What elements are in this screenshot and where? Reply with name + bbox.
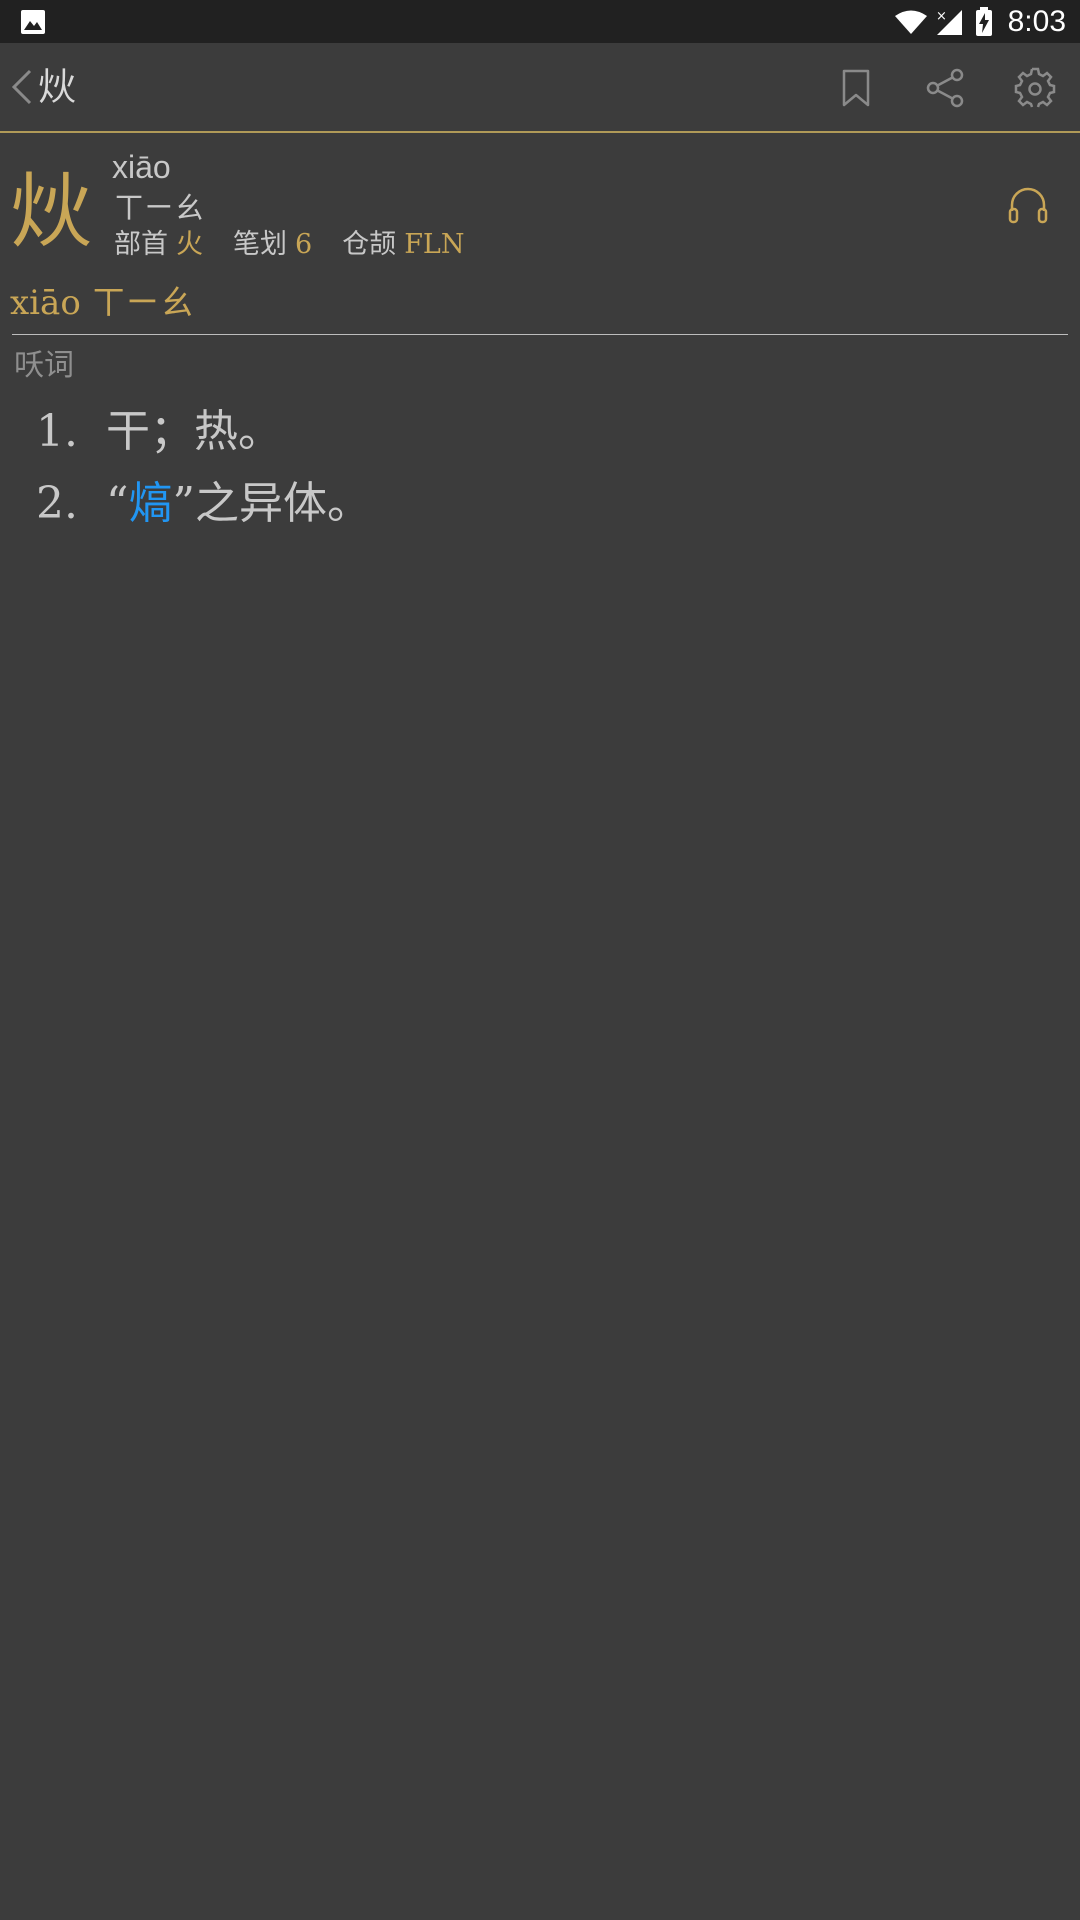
gear-icon[interactable] — [1014, 67, 1056, 109]
reading-line: xiāo ㄒㄧㄠ — [10, 283, 194, 323]
radical-value[interactable]: 火 — [176, 229, 203, 260]
status-icons: × 8:03 — [894, 0, 1080, 43]
pinyin: xiāo — [112, 149, 171, 185]
divider — [12, 334, 1068, 335]
radical-label: 部首 — [114, 229, 168, 260]
share-icon[interactable] — [924, 67, 966, 109]
definition-list: 1. 干；热。 2. “熇”之异体。 — [36, 396, 1036, 540]
svg-text:×: × — [936, 9, 947, 24]
battery-charging-icon — [975, 6, 992, 36]
cangjie-value: FLN — [404, 229, 465, 260]
character-meta: 部首火笔划 6 仓颉 FLN — [114, 225, 494, 265]
definition-item: 1. 干；热。 — [36, 396, 1036, 468]
bookmark-icon[interactable] — [835, 67, 877, 109]
part-of-speech-label: 㕭词 — [14, 348, 74, 383]
definition-text-prefix: “ — [106, 478, 129, 529]
image-notification-icon — [21, 10, 45, 34]
definition-number: 2. — [36, 478, 78, 529]
definition-number: 1. — [36, 406, 78, 457]
status-time: 8:03 — [1007, 4, 1066, 38]
headphones-icon[interactable] — [1006, 183, 1050, 227]
variant-character-link[interactable]: 熇 — [129, 478, 173, 529]
definition-text: 干；热。 — [106, 406, 282, 457]
strokes-value: 6 — [295, 229, 313, 260]
strokes-label: 笔划 — [233, 229, 287, 260]
definition-text-suffix: ”之异体。 — [172, 478, 372, 529]
status-bar: × 8:03 — [0, 0, 1080, 43]
app-toolbar: 炏 — [0, 43, 1080, 133]
definition-item: 2. “熇”之异体。 — [36, 468, 1036, 540]
toolbar-title: 炏 — [38, 65, 77, 109]
cell-signal-icon: × — [936, 9, 962, 35]
zhuyin: ㄒㄧㄠ — [114, 191, 204, 226]
back-button[interactable] — [6, 65, 36, 109]
headword-character: 炏 — [10, 165, 93, 260]
cangjie-label: 仓颉 — [342, 229, 397, 260]
wifi-icon — [894, 10, 927, 34]
